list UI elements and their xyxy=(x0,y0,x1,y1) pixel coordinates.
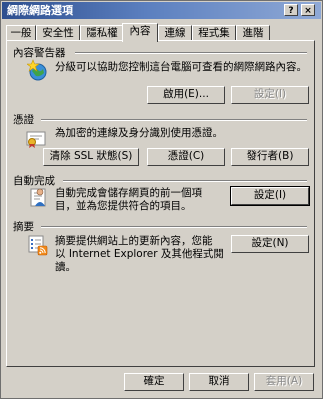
certificate-icon xyxy=(26,131,46,148)
content-advisor-settings-button[interactable]: 設定(I) xyxy=(231,86,309,104)
feeds-icon xyxy=(28,235,48,256)
tab-content[interactable]: 內容 xyxy=(122,23,158,42)
certificates-description: 為加密的連線及身分識別使用憑證。 xyxy=(55,127,223,139)
feeds-divider xyxy=(41,226,307,228)
content-tab-panel: 內容警告器 分級可以協助您控制這台電腦可查看的網際網路內容。 啟用(E)... … xyxy=(6,40,315,367)
apply-button[interactable]: 套用(A) xyxy=(254,373,314,391)
tab-security[interactable]: 安全性 xyxy=(36,25,80,41)
tab-privacy[interactable]: 隱私權 xyxy=(80,25,124,41)
autocomplete-settings-button[interactable]: 設定(I) xyxy=(230,186,310,206)
certificates-divider xyxy=(41,119,307,121)
ok-button[interactable]: 確定 xyxy=(124,373,184,391)
feeds-title: 摘要 xyxy=(13,221,34,233)
content-advisor-title: 內容警告器 xyxy=(13,47,66,59)
feeds-description-line3: 讀。 xyxy=(55,261,76,273)
feeds-description-line1: 摘要提供網站上的更新內容，您能 xyxy=(55,235,213,247)
content-advisor-divider xyxy=(75,52,307,54)
feeds-settings-button[interactable]: 設定(N) xyxy=(231,235,309,253)
publishers-button[interactable]: 發行者(B) xyxy=(231,148,309,166)
title-bar[interactable]: 網際網路選項 ? × xyxy=(2,2,321,19)
tab-advanced[interactable]: 進階 xyxy=(236,25,270,41)
close-button[interactable]: × xyxy=(301,4,315,16)
certificates-button[interactable]: 憑證(C) xyxy=(147,148,225,166)
autocomplete-description-line1: 自動完成會儲存網頁的前一個項 xyxy=(55,187,202,199)
window-title: 網際網路選項 xyxy=(7,4,73,17)
cancel-button[interactable]: 取消 xyxy=(189,373,249,391)
content-advisor-globe-icon xyxy=(27,59,47,81)
autocomplete-description-line2: 目，並為您提供符合的項目。 xyxy=(55,200,192,212)
enable-button[interactable]: 啟用(E)... xyxy=(147,86,225,104)
autocomplete-icon xyxy=(30,188,46,207)
feeds-description-line2: 以 Internet Explorer 及其他程式閱 xyxy=(55,248,224,260)
help-button[interactable]: ? xyxy=(284,4,298,16)
tab-general[interactable]: 一般 xyxy=(6,25,36,41)
internet-options-dialog: 網際網路選項 ? × 一般 安全性 隱私權 內容 連線 程式集 進階 內容警告器… xyxy=(0,0,323,399)
clear-ssl-state-button[interactable]: 清除 SSL 狀態(S) xyxy=(43,148,139,166)
content-advisor-description: 分級可以協助您控制這台電腦可查看的網際網路內容。 xyxy=(55,61,307,73)
certificates-title: 憑證 xyxy=(13,114,34,126)
autocomplete-divider xyxy=(63,180,307,182)
tab-connections[interactable]: 連線 xyxy=(158,25,192,41)
tab-programs[interactable]: 程式集 xyxy=(192,25,236,41)
